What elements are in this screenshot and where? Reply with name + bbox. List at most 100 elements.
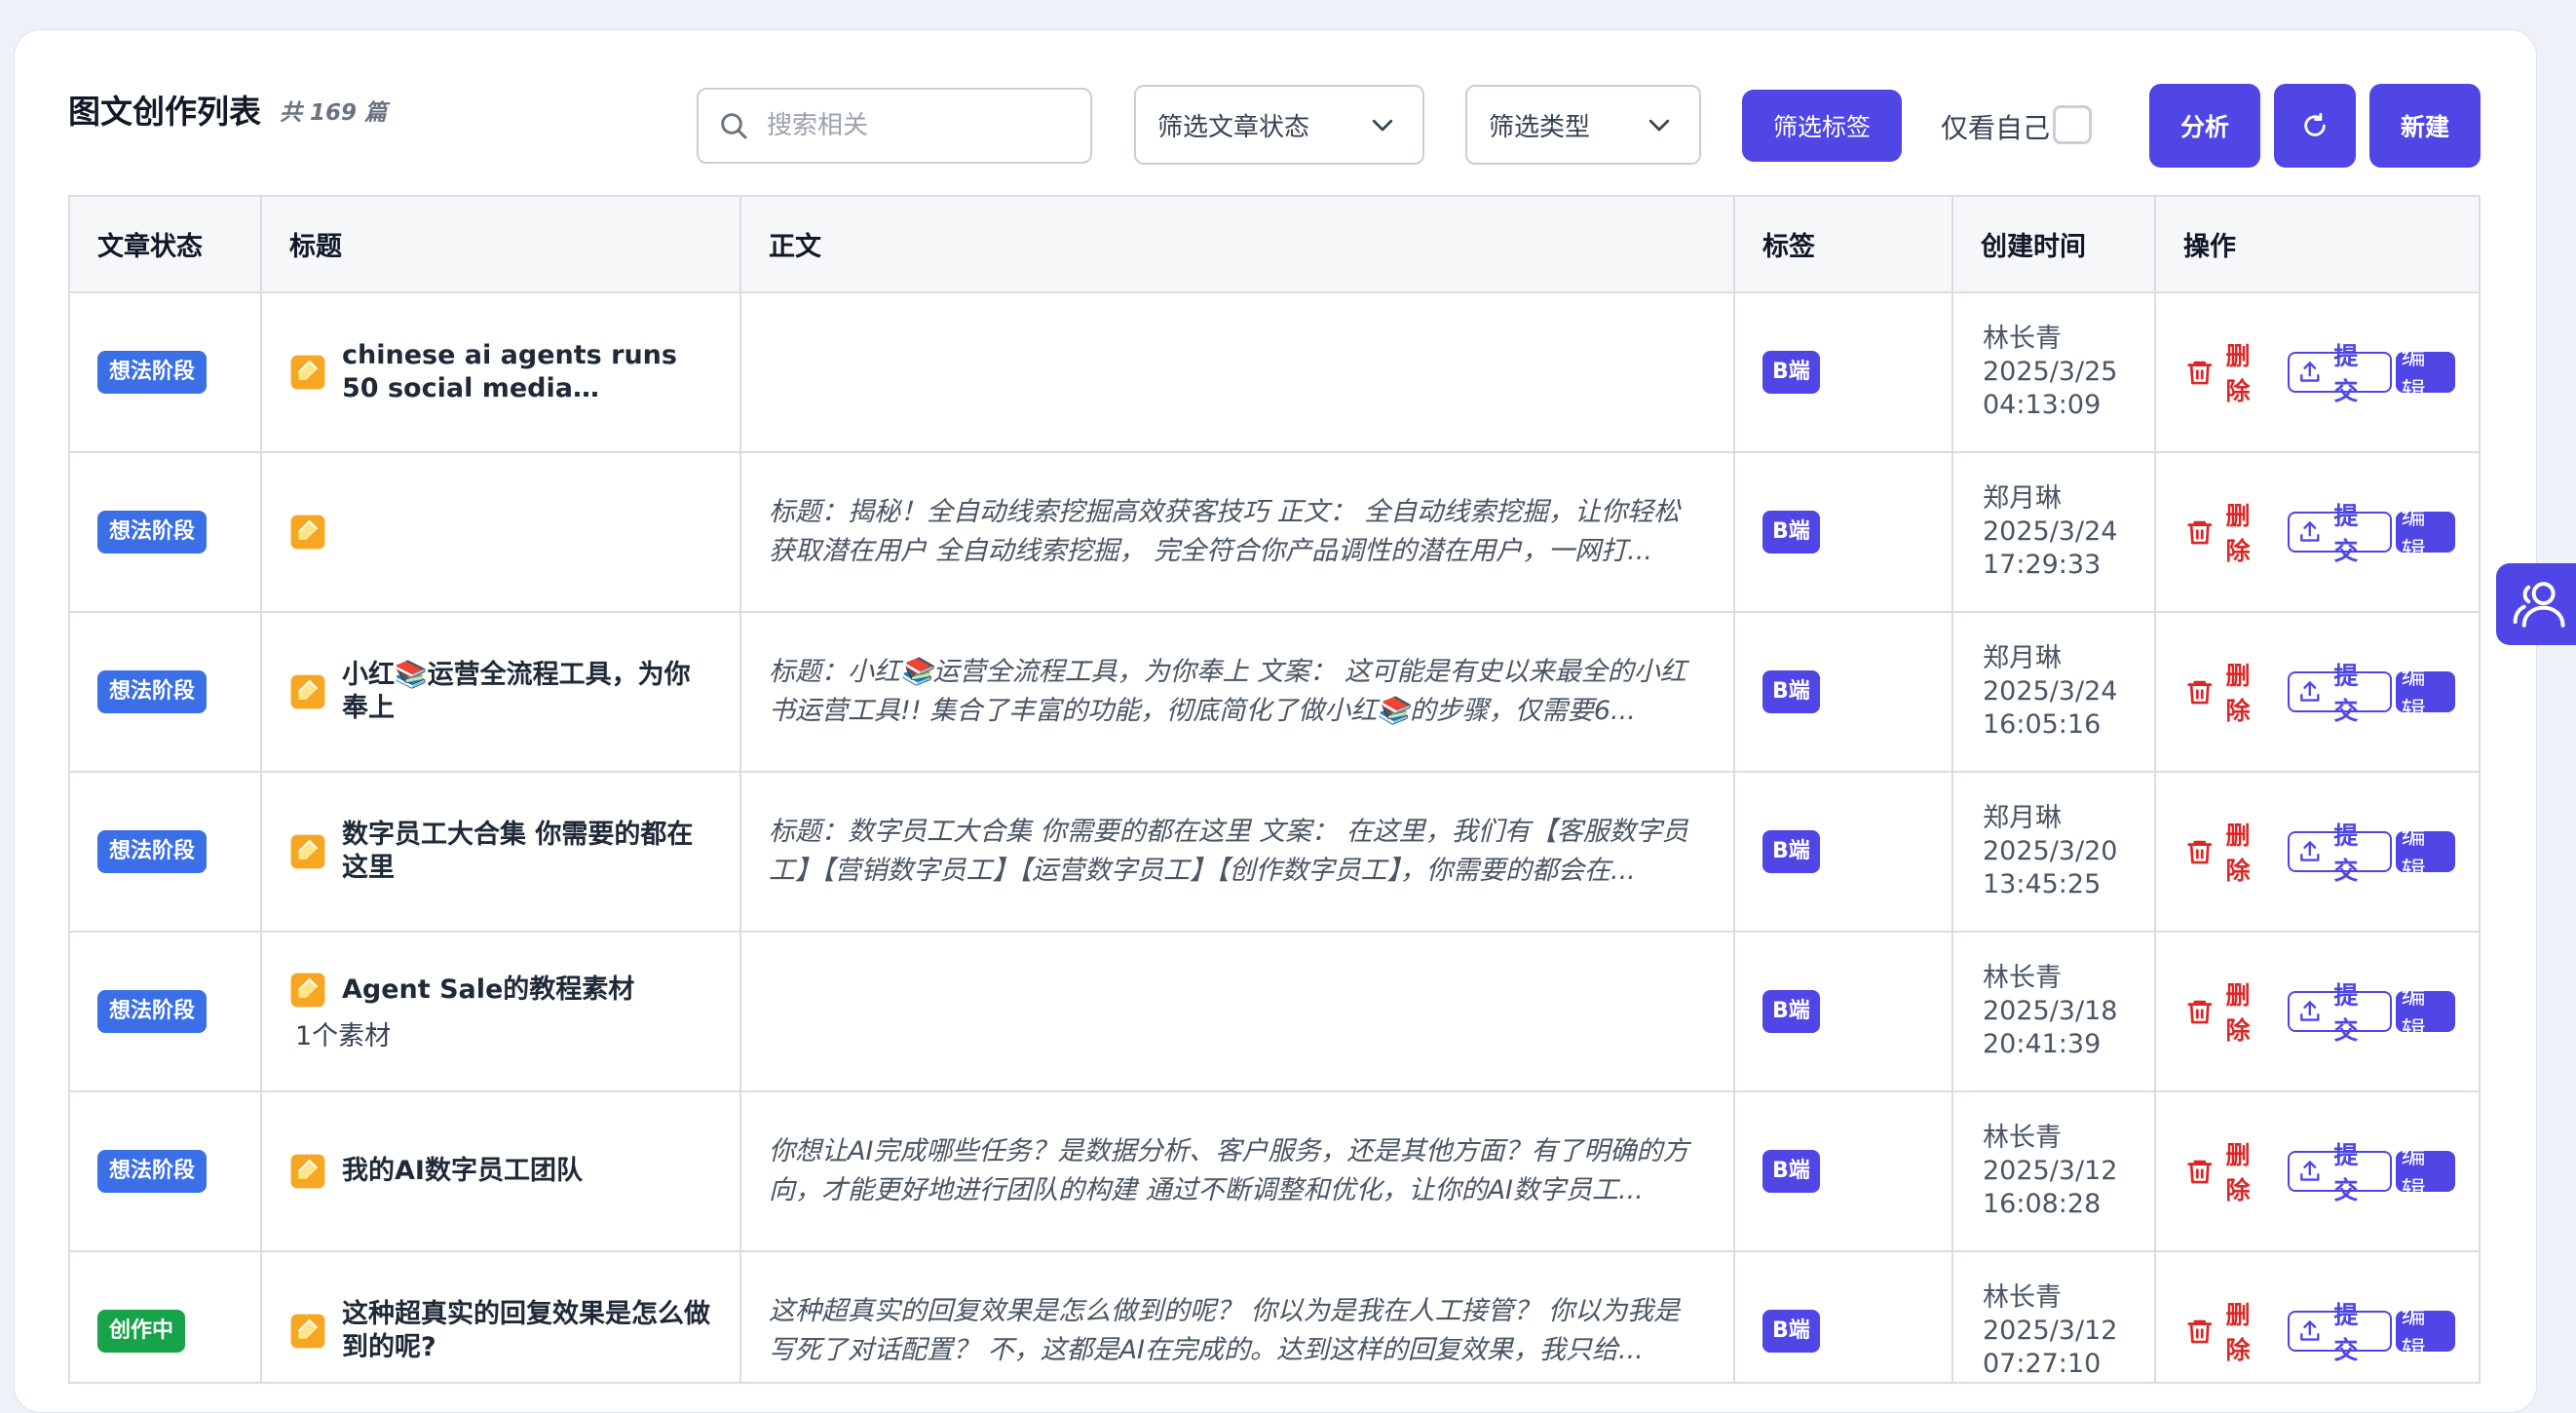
tag-cell: B端 [1734, 772, 1953, 933]
search-input[interactable] [767, 111, 1079, 140]
submit-button[interactable]: 提交 [2287, 1301, 2392, 1364]
edit-button[interactable]: 编辑 [2395, 1301, 2455, 1364]
status-cell: 想法阶段 [70, 452, 262, 613]
edit-button[interactable]: 编辑 [2395, 981, 2455, 1045]
created-cell: 郑月琳 2025/3/24 16:05:16 [1952, 612, 2156, 773]
author-name: 林长青 [1983, 1123, 2062, 1153]
author-name: 林长青 [1983, 324, 2062, 354]
created-cell: 林长青 2025/3/25 04:13:09 [1952, 292, 2156, 453]
submit-button[interactable]: 提交 [2287, 662, 2392, 725]
article-title[interactable]: chinese ai agents runs 50 social media a… [342, 339, 712, 405]
table-row[interactable]: 创作中 这种超真实的回复效果是怎么做到的呢? 这种超真实的回复效果是怎么做到的呢？ … [70, 1251, 2479, 1382]
tag-badge: B端 [1762, 1150, 1820, 1193]
table-row[interactable]: 想法阶段 小红📚运营全流程工具，为你奉上 标题：小红📚运营全流程工具，为你奉上 文案… [70, 612, 2479, 773]
article-icon [289, 673, 326, 710]
created-date: 2025/3/20 [1983, 836, 2118, 866]
title-cell[interactable]: Agent Sale的教程素材 1个素材 [261, 932, 741, 1092]
delete-button[interactable]: 删除 [2185, 657, 2274, 727]
author-name: 林长青 [1983, 1282, 2062, 1313]
article-title[interactable]: Agent Sale的教程素材 [342, 974, 634, 1007]
title-cell[interactable]: 小红📚运营全流程工具，为你奉上 [261, 612, 741, 773]
actions-cell: 删除 提交 编辑 [2155, 612, 2479, 773]
submit-label: 提交 [2333, 662, 2359, 725]
delete-button[interactable]: 删除 [2185, 817, 2274, 887]
body-cell: 标题：小红📚运营全流程工具，为你奉上 文案： 这可能是有史以来最全的小红书运营工… [740, 612, 1735, 773]
delete-button[interactable]: 删除 [2185, 337, 2274, 407]
edit-button[interactable]: 编辑 [2395, 502, 2455, 565]
article-count: 共 169 篇 [280, 100, 388, 126]
delete-button[interactable]: 删除 [2185, 976, 2274, 1047]
created-time: 16:05:16 [1983, 709, 2102, 740]
delete-label: 删除 [2225, 1141, 2251, 1204]
column-header-status[interactable]: 文章状态 [70, 197, 262, 293]
created-date: 2025/3/24 [1983, 516, 2118, 547]
submit-button[interactable]: 提交 [2287, 502, 2392, 565]
created-time: 20:41:39 [1983, 1029, 2102, 1059]
table-row[interactable]: 想法阶段 chinese ai agents runs 50 social med… [70, 292, 2479, 453]
table-header-row: 文章状态 标题 正文 标签 创建时间 操作 [70, 197, 2479, 293]
article-body: 这种超真实的回复效果是怎么做到的呢？ 你以为是我在人工接管？ 你以为我是写死了对… [769, 1296, 1681, 1365]
article-title[interactable]: 小红📚运营全流程工具，为你奉上 [342, 659, 712, 725]
edit-button[interactable]: 编辑 [2395, 821, 2455, 885]
actions-cell: 删除 提交 编辑 [2155, 1091, 2479, 1252]
table-row[interactable]: 想法阶段 Agent Sale的教程素材 1个素材 B端 林长青 2025/3/18 20:… [70, 932, 2479, 1092]
created-date: 2025/3/12 [1983, 1156, 2118, 1186]
tag-filter-button[interactable]: 筛选标签 [1742, 90, 1902, 162]
edit-button[interactable]: 编辑 [2395, 662, 2455, 725]
table-row[interactable]: 想法阶段 数字员工大合集 你需要的都在这里 标题：数字员工大合集 你需要的都在这里 … [70, 772, 2479, 933]
delete-button[interactable]: 删除 [2185, 497, 2274, 567]
title-cell[interactable]: 我的AI数字员工团队 [261, 1091, 741, 1252]
trash-icon [2187, 361, 2213, 385]
analyze-button[interactable]: 分析 [2149, 84, 2260, 168]
status-cell: 创作中 [70, 1251, 262, 1382]
created-date: 2025/3/18 [1983, 996, 2118, 1026]
submit-button[interactable]: 提交 [2287, 821, 2392, 885]
floating-users-button[interactable] [2496, 563, 2576, 645]
edit-button[interactable]: 编辑 [2395, 1141, 2455, 1204]
submit-button[interactable]: 提交 [2287, 1141, 2392, 1204]
users-icon [2513, 582, 2565, 628]
author-name: 林长青 [1983, 963, 2062, 993]
article-title[interactable]: 数字员工大合集 你需要的都在这里 [342, 819, 712, 885]
submit-button[interactable]: 提交 [2287, 981, 2392, 1045]
upload-icon [2299, 1001, 2320, 1021]
trash-icon [2187, 1319, 2213, 1344]
table-row[interactable]: 想法阶段 我的AI数字员工团队 你想让AI完成哪些任务？是数据分析、客户服务，还是其… [70, 1091, 2479, 1252]
article-body: 标题：揭秘！全自动线索挖掘高效获客技巧 正文： 全自动线索挖掘，让你轻松获取潜在… [769, 497, 1681, 566]
tag-badge: B端 [1762, 1310, 1820, 1353]
body-cell: 标题：揭秘！全自动线索挖掘高效获客技巧 正文： 全自动线索挖掘，让你轻松获取潜在… [740, 452, 1735, 613]
column-header-body[interactable]: 正文 [740, 197, 1735, 293]
only-mine-checkbox[interactable] [2053, 105, 2092, 144]
status-cell: 想法阶段 [70, 1091, 262, 1252]
search-box[interactable] [697, 88, 1092, 164]
tag-cell: B端 [1734, 1091, 1953, 1252]
tag-badge: B端 [1762, 830, 1820, 873]
table-row[interactable]: 想法阶段 标题：揭秘！全自动线索挖掘高效获客技巧 正文： 全自动线索挖掘，让你轻松… [70, 452, 2479, 613]
created-cell: 林长青 2025/3/12 16:08:28 [1952, 1091, 2156, 1252]
title-cell[interactable]: 数字员工大合集 你需要的都在这里 [261, 772, 741, 933]
edit-button[interactable]: 编辑 [2395, 342, 2455, 405]
article-icon [289, 833, 326, 870]
column-header-tag[interactable]: 标签 [1734, 197, 1953, 293]
delete-button[interactable]: 删除 [2185, 1296, 2274, 1366]
new-button[interactable]: 新建 [2369, 84, 2481, 168]
article-icon [289, 972, 326, 1009]
refresh-button[interactable] [2274, 84, 2356, 168]
article-title[interactable]: 我的AI数字员工团队 [342, 1155, 583, 1188]
submit-button[interactable]: 提交 [2287, 342, 2392, 405]
article-title[interactable]: 这种超真实的回复效果是怎么做到的呢? [342, 1298, 712, 1364]
column-header-created[interactable]: 创建时间 [1952, 197, 2156, 293]
article-icon [290, 1154, 325, 1189]
tag-badge: B端 [1762, 990, 1820, 1033]
column-header-title[interactable]: 标题 [261, 197, 741, 293]
title-cell[interactable]: 这种超真实的回复效果是怎么做到的呢? [261, 1251, 741, 1382]
article-icon [290, 515, 325, 550]
delete-label: 删除 [2225, 821, 2251, 885]
actions-cell: 删除 提交 编辑 [2155, 1251, 2479, 1382]
title-cell[interactable] [261, 452, 741, 613]
status-filter-select[interactable]: 筛选文章状态 [1134, 85, 1424, 165]
type-filter-select[interactable]: 筛选类型 [1465, 85, 1701, 165]
title-cell[interactable]: chinese ai agents runs 50 social media a… [261, 292, 741, 453]
trash-icon [2187, 1160, 2213, 1184]
delete-button[interactable]: 删除 [2185, 1136, 2274, 1206]
